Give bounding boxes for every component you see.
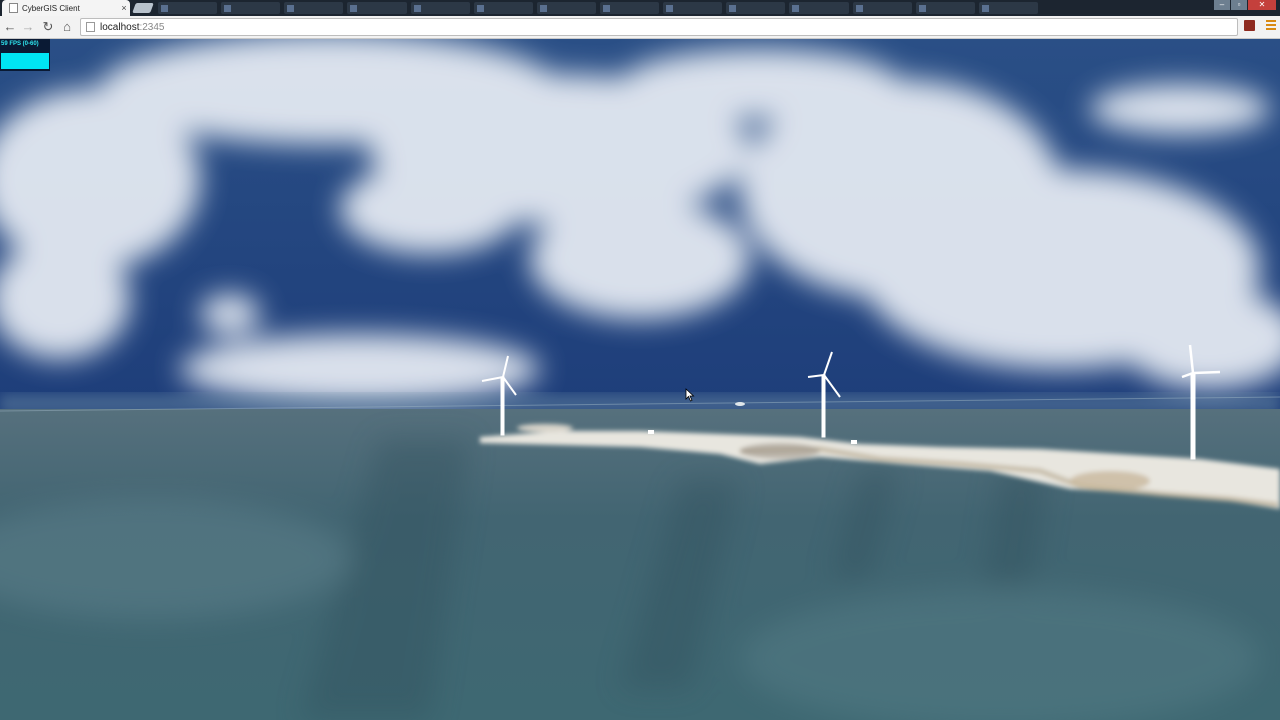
background-tab[interactable] xyxy=(599,2,660,14)
tab-close-button[interactable]: × xyxy=(118,3,130,13)
tab-favicon-icon xyxy=(855,4,863,12)
tab-favicon-icon xyxy=(666,4,674,12)
tab-favicon-icon xyxy=(476,4,484,12)
tab-favicon-icon xyxy=(539,4,547,12)
background-tabs xyxy=(158,2,1038,14)
address-host: localhost xyxy=(100,21,140,33)
maximize-button[interactable]: ▫ xyxy=(1231,0,1247,10)
extension-icon[interactable] xyxy=(1244,20,1255,31)
tab-favicon-icon xyxy=(918,4,926,12)
background-tab[interactable] xyxy=(473,2,533,14)
tab-favicon-icon xyxy=(161,4,168,12)
tab-favicon-icon xyxy=(413,4,421,12)
small-marker xyxy=(648,430,654,434)
background-tab[interactable] xyxy=(726,2,786,14)
tab-strip: CyberGIS Client × – ▫ ✕ xyxy=(0,0,1280,16)
tab-cybergis-client[interactable]: CyberGIS Client × xyxy=(2,0,130,16)
close-window-button[interactable]: ✕ xyxy=(1248,0,1276,10)
background-tab[interactable] xyxy=(852,2,912,14)
menu-icon[interactable] xyxy=(1266,20,1276,31)
small-marker xyxy=(851,440,857,444)
fps-stats-panel[interactable]: 59 FPS (0-60) xyxy=(0,39,50,71)
small-marker xyxy=(735,402,745,406)
address-bar[interactable]: localhost:2345 xyxy=(80,18,1238,36)
tab-favicon-icon xyxy=(287,4,295,12)
background-tab[interactable] xyxy=(221,2,281,14)
tab-favicon-icon xyxy=(224,4,232,12)
tab-favicon-icon xyxy=(792,4,800,12)
mouse-cursor-icon xyxy=(685,388,695,402)
tab-favicon-icon xyxy=(981,4,989,12)
background-tab[interactable] xyxy=(915,2,975,14)
back-arrow-icon[interactable]: ← xyxy=(2,19,18,35)
tab-favicon-icon xyxy=(602,4,610,12)
window-controls: – ▫ ✕ xyxy=(1214,0,1276,10)
tab-favicon-icon xyxy=(350,4,358,12)
new-tab-button[interactable] xyxy=(132,3,154,13)
background-tab[interactable] xyxy=(347,2,407,14)
page-icon xyxy=(9,3,18,13)
address-port: :2345 xyxy=(139,21,165,33)
page-icon xyxy=(86,22,95,32)
tab-title: CyberGIS Client xyxy=(22,3,80,13)
reload-icon[interactable]: ↻ xyxy=(40,19,56,35)
fps-readout: 59 FPS (0-60) xyxy=(1,41,39,47)
forward-arrow-icon[interactable]: → xyxy=(20,19,36,35)
background-tab[interactable] xyxy=(284,2,344,14)
background-tab[interactable] xyxy=(410,2,470,14)
background-tab[interactable] xyxy=(978,2,1038,14)
fps-graph xyxy=(1,53,49,69)
background-tab[interactable] xyxy=(536,2,596,14)
tab-favicon-icon xyxy=(729,4,737,12)
browser-toolbar: ← → ↻ ⌂ localhost:2345 xyxy=(0,16,1280,39)
minimize-button[interactable]: – xyxy=(1214,0,1230,10)
background-tab[interactable] xyxy=(789,2,849,14)
background-tab[interactable] xyxy=(158,2,218,14)
home-icon[interactable]: ⌂ xyxy=(59,19,75,35)
background-tab[interactable] xyxy=(663,2,723,14)
webgl-3d-scene[interactable] xyxy=(0,39,1280,720)
